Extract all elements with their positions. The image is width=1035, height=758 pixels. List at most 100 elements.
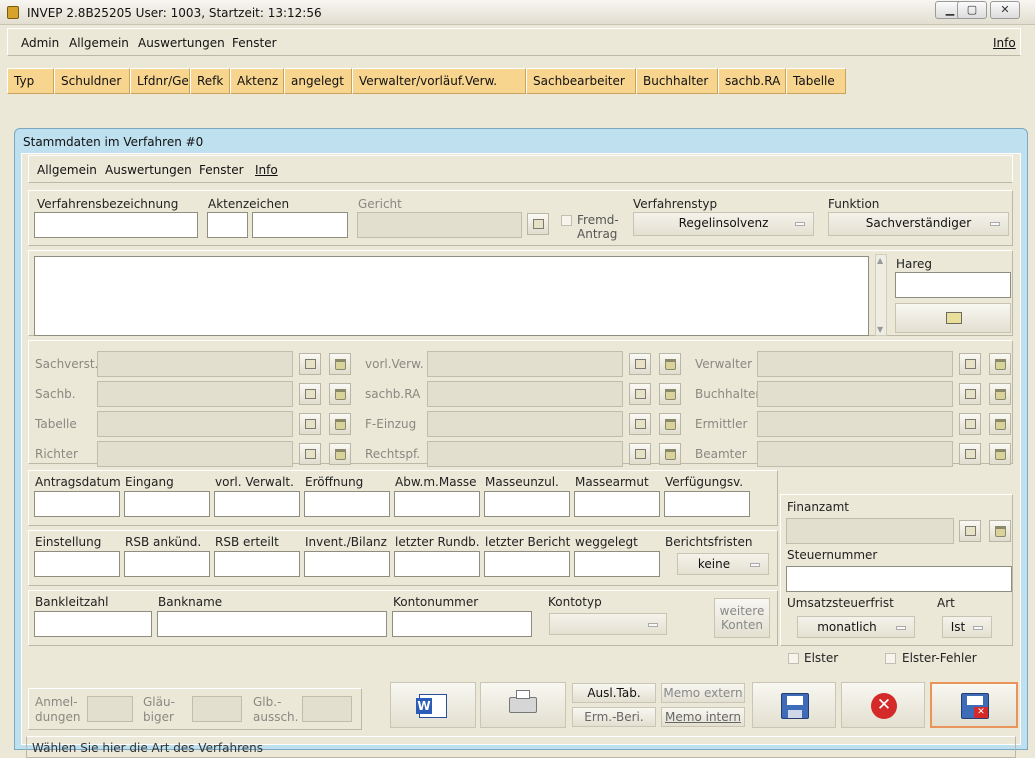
- richter-clear-button[interactable]: [329, 443, 351, 465]
- save-button[interactable]: [752, 682, 836, 728]
- tabelle-select-button[interactable]: [299, 413, 321, 435]
- column-header[interactable]: Refk: [190, 68, 230, 94]
- save-and-close-button[interactable]: ✕: [930, 682, 1018, 728]
- buchhalter-clear-button[interactable]: [989, 383, 1011, 405]
- menu-info[interactable]: Info: [993, 36, 1016, 50]
- column-header[interactable]: Sachbearbeiter: [526, 68, 636, 94]
- sachverst-select-button[interactable]: [299, 353, 321, 375]
- bankname-input[interactable]: [157, 611, 387, 637]
- memo-extern-button[interactable]: Memo extern: [661, 683, 745, 703]
- letzter-rundb-input[interactable]: [394, 551, 480, 577]
- word-export-button[interactable]: W: [390, 682, 476, 728]
- ermittler-clear-button[interactable]: [989, 413, 1011, 435]
- menu-admin[interactable]: Admin: [21, 36, 59, 50]
- aktenzeichen-prefix-input[interactable]: [207, 212, 248, 238]
- aktenzeichen-input[interactable]: [252, 212, 348, 238]
- column-header[interactable]: Schuldner: [54, 68, 130, 94]
- scroll-up-icon[interactable]: ▲: [877, 256, 883, 265]
- tabelle-clear-button[interactable]: [329, 413, 351, 435]
- kontonummer-input[interactable]: [392, 611, 532, 637]
- gericht-select-button[interactable]: [527, 213, 549, 235]
- maximize-button[interactable]: ▢: [957, 1, 987, 19]
- column-header[interactable]: sachb.RA: [718, 68, 786, 94]
- rechtspf-select-button[interactable]: [629, 443, 651, 465]
- notes-scrollbar[interactable]: ▲ ▼: [875, 254, 887, 336]
- sachb-clear-button[interactable]: [329, 383, 351, 405]
- column-header[interactable]: Typ: [7, 68, 54, 94]
- menu-allgemein[interactable]: Allgemein: [37, 163, 97, 177]
- steuernummer-input[interactable]: [786, 566, 1012, 592]
- buchhalter-select-button[interactable]: [959, 383, 981, 405]
- fremd-antrag-checkbox[interactable]: [561, 215, 572, 226]
- elster-fehler-checkbox[interactable]: [885, 653, 896, 664]
- abw-masse-input[interactable]: [394, 491, 480, 517]
- f-einzug-clear-button[interactable]: [659, 413, 681, 435]
- letzter-bericht-input[interactable]: [484, 551, 570, 577]
- richter-select-button[interactable]: [299, 443, 321, 465]
- column-header[interactable]: Lfdnr/Ge: [130, 68, 190, 94]
- verfahrenstyp-select[interactable]: Regelinsolvenz: [633, 212, 814, 236]
- finanzamt-select-button[interactable]: [959, 520, 981, 542]
- column-header[interactable]: Aktenz: [230, 68, 284, 94]
- menu-fenster[interactable]: Fenster: [199, 163, 244, 177]
- beamter-clear-button[interactable]: [989, 443, 1011, 465]
- menu-allgemein[interactable]: Allgemein: [69, 36, 129, 50]
- column-header[interactable]: Verwalter/vorläuf.Verw.: [352, 68, 526, 94]
- weitere-konten-button[interactable]: weitere Konten: [714, 598, 770, 638]
- dialog-body: Allgemein Auswertungen Fenster Info Verf…: [21, 153, 1021, 758]
- memo-intern-button[interactable]: Memo intern: [661, 707, 745, 727]
- menu-fenster[interactable]: Fenster: [232, 36, 277, 50]
- menu-auswertungen[interactable]: Auswertungen: [105, 163, 192, 177]
- berichtsfristen-select[interactable]: keine: [677, 553, 769, 575]
- scroll-down-icon[interactable]: ▼: [877, 325, 883, 334]
- f-einzug-select-button[interactable]: [629, 413, 651, 435]
- ausl-tab-button[interactable]: Ausl.Tab.: [572, 683, 656, 703]
- eingang-input[interactable]: [124, 491, 210, 517]
- vorl-verw-select-button[interactable]: [629, 353, 651, 375]
- verwalter-input: [757, 351, 953, 377]
- ermittler-select-button[interactable]: [959, 413, 981, 435]
- ust-frist-select[interactable]: monatlich: [797, 616, 915, 638]
- sachverst-clear-button[interactable]: [329, 353, 351, 375]
- erm-beri-button[interactable]: Erm.-Beri.: [572, 707, 656, 727]
- sachb-select-button[interactable]: [299, 383, 321, 405]
- sachb-ra-clear-button[interactable]: [659, 383, 681, 405]
- funktion-select[interactable]: Sachverständiger: [828, 212, 1009, 236]
- einstellung-input[interactable]: [34, 551, 120, 577]
- rsb-ankuend-label: RSB ankünd.: [125, 535, 202, 549]
- column-header[interactable]: Buchhalter: [636, 68, 718, 94]
- print-button[interactable]: [480, 682, 566, 728]
- eroeffnung-input[interactable]: [304, 491, 390, 517]
- invent-bilanz-input[interactable]: [304, 551, 390, 577]
- masseunzul-input[interactable]: [484, 491, 570, 517]
- massearmut-input[interactable]: [574, 491, 660, 517]
- beamter-select-button[interactable]: [959, 443, 981, 465]
- bankleitzahl-input[interactable]: [34, 611, 152, 637]
- vorl-verwalt-input[interactable]: [214, 491, 300, 517]
- close-button[interactable]: ✕: [990, 1, 1020, 19]
- verfahrensbezeichnung-input[interactable]: [34, 212, 198, 238]
- hareg-edit-button[interactable]: [895, 303, 1011, 333]
- kontotyp-select[interactable]: [549, 613, 667, 635]
- weggelegt-input[interactable]: [574, 551, 660, 577]
- verfuegungsv-input[interactable]: [664, 491, 750, 517]
- verwalter-select-button[interactable]: [959, 353, 981, 375]
- card-icon: [305, 359, 316, 369]
- rsb-ankuend-input[interactable]: [124, 551, 210, 577]
- column-header[interactable]: Tabelle: [786, 68, 846, 94]
- verwalter-clear-button[interactable]: [989, 353, 1011, 375]
- antragsdatum-input[interactable]: [34, 491, 120, 517]
- vorl-verw-clear-button[interactable]: [659, 353, 681, 375]
- menu-auswertungen[interactable]: Auswertungen: [138, 36, 225, 50]
- notes-textarea[interactable]: [34, 256, 869, 336]
- elster-checkbox[interactable]: [788, 653, 799, 664]
- menu-info[interactable]: Info: [255, 163, 278, 177]
- column-header[interactable]: angelegt: [284, 68, 352, 94]
- art-select[interactable]: Ist: [942, 616, 992, 638]
- rechtspf-clear-button[interactable]: [659, 443, 681, 465]
- hareg-input[interactable]: [895, 272, 1011, 298]
- finanzamt-clear-button[interactable]: [989, 520, 1011, 542]
- rsb-erteilt-input[interactable]: [214, 551, 300, 577]
- sachb-ra-select-button[interactable]: [629, 383, 651, 405]
- cancel-button[interactable]: ✕: [841, 682, 925, 728]
